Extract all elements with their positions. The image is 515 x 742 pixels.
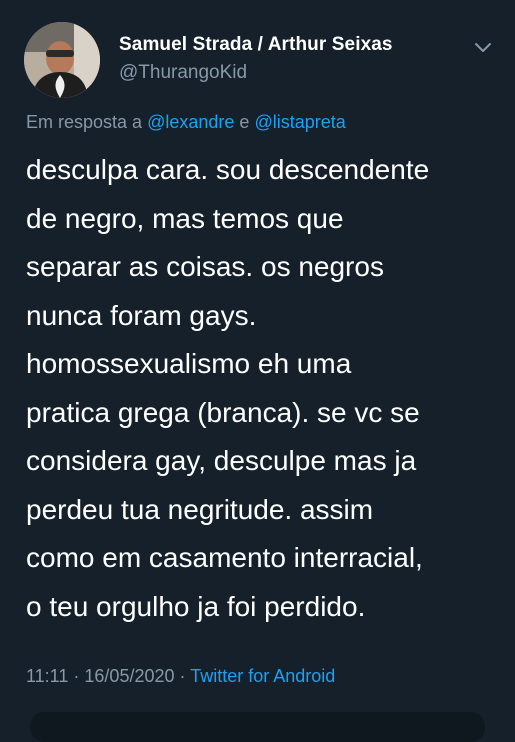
- author-names: Samuel Strada / Arthur Seixas @ThurangoK…: [119, 34, 393, 84]
- meta-separator: ·: [179, 666, 186, 686]
- reply-mention-listapreta[interactable]: @listapreta: [254, 112, 345, 132]
- author-handle[interactable]: @ThurangoKid: [119, 62, 393, 84]
- reply-context: Em resposta a @lexandre e @listapreta: [26, 112, 346, 133]
- tweet-text: desculpa cara. sou descendente de negro,…: [26, 154, 430, 622]
- meta-separator: ·: [73, 666, 80, 686]
- tweet-source[interactable]: Twitter for Android: [190, 666, 335, 686]
- reply-mention-lexandre[interactable]: @lexandre: [147, 112, 234, 132]
- reply-joiner: e: [239, 112, 250, 132]
- tweet-header: Samuel Strada / Arthur Seixas @ThurangoK…: [24, 22, 494, 98]
- avatar-photo: [24, 22, 100, 98]
- chevron-down-icon[interactable]: [472, 36, 494, 58]
- next-item-edge: [30, 712, 485, 742]
- author-display-name[interactable]: Samuel Strada / Arthur Seixas: [119, 34, 393, 56]
- avatar[interactable]: [24, 22, 100, 98]
- tweet-meta: 11:11 · 16/05/2020 · Twitter for Android: [26, 666, 335, 687]
- tweet-time[interactable]: 11:11: [26, 666, 68, 686]
- reply-prefix: Em resposta a: [26, 112, 143, 132]
- tweet-date[interactable]: 16/05/2020: [84, 666, 174, 686]
